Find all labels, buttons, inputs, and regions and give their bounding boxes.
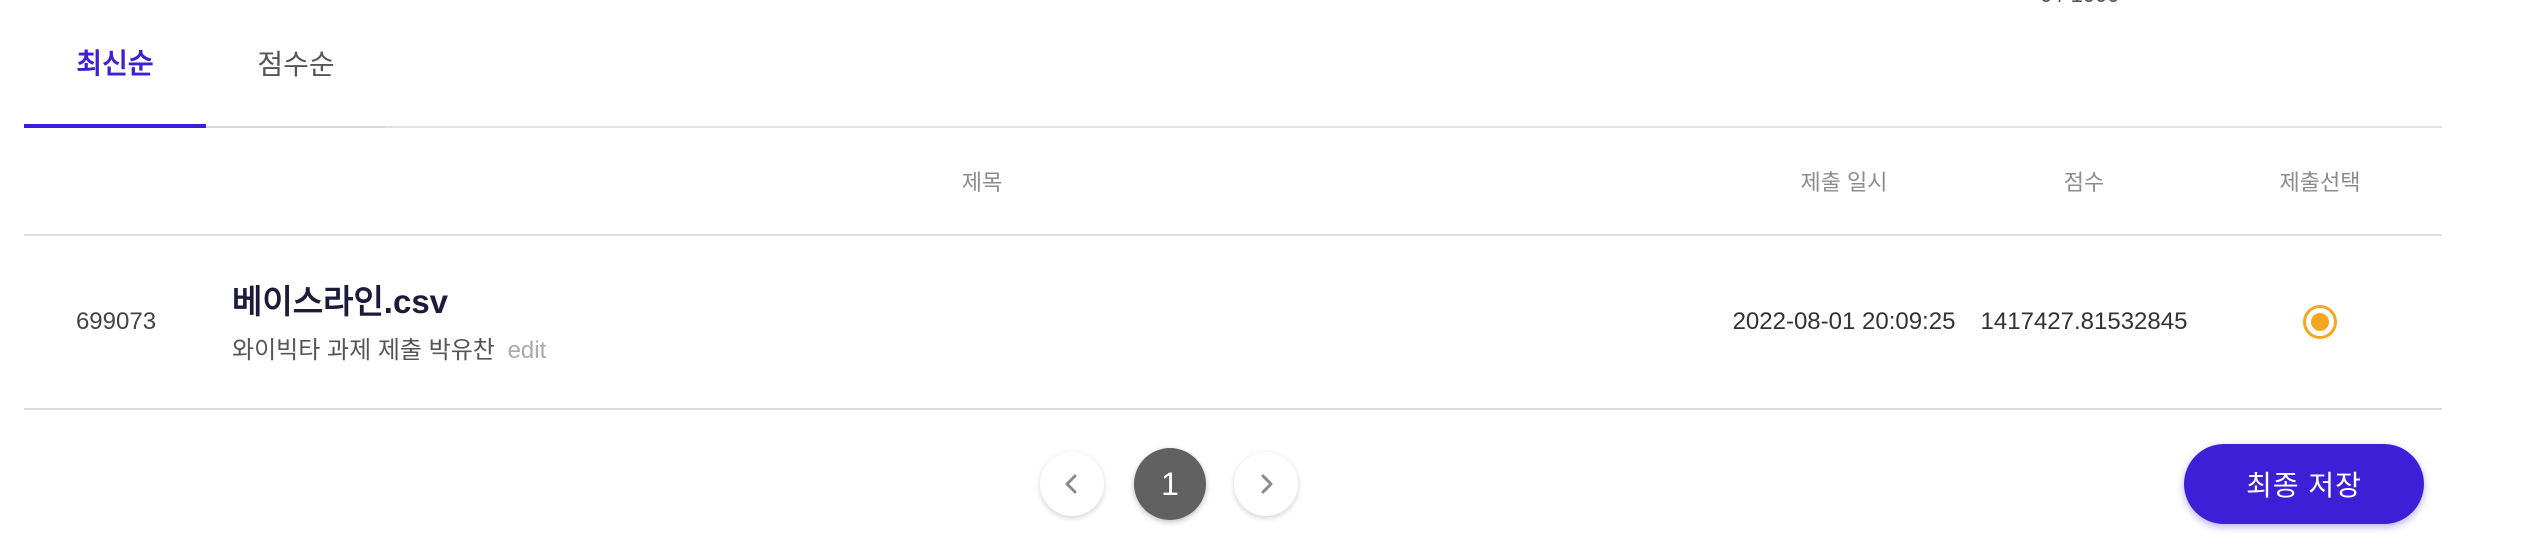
table-header: 제목 제출 일시 점수 제출선택 — [24, 128, 2442, 236]
chevron-left-icon — [1065, 474, 1077, 494]
pagination-page-1[interactable]: 1 — [1134, 448, 1206, 520]
final-save-button[interactable]: 최종 저장 — [2184, 444, 2424, 524]
submission-file-name: 베이스라인.csv — [232, 282, 449, 320]
submission-select-cell — [2200, 236, 2440, 408]
chevron-right-icon — [1261, 474, 1273, 494]
submission-select-radio[interactable] — [2303, 305, 2337, 339]
tab-recent[interactable]: 최신순 — [24, 0, 206, 128]
submission-score: 1417427.81532845 — [1980, 308, 2188, 335]
tab-score[interactable]: 점수순 — [206, 0, 386, 128]
header-score: 점수 — [2063, 170, 2105, 195]
submission-title-cell: 베이스라인.csv 와이빅타 과제 제출 박유찬 edit — [232, 236, 1632, 408]
header-title: 제목 — [961, 170, 1003, 195]
submission-date: 2022-08-01 20:09:25 — [1732, 308, 1956, 335]
edit-link[interactable]: edit — [508, 337, 547, 364]
submission-description: 와이빅타 과제 제출 박유찬 — [232, 336, 495, 364]
submission-id: 699073 — [75, 308, 157, 335]
pagination-next-button[interactable] — [1234, 452, 1298, 516]
submission-list-page: 0 / 1000 최신순 점수순 제목 제출 일시 점수 제출선택 699073… — [0, 0, 2524, 548]
header-select: 제출선택 — [2279, 170, 2361, 195]
pagination-prev-button[interactable] — [1040, 452, 1104, 516]
table-row: 699073 베이스라인.csv 와이빅타 과제 제출 박유찬 edit 202… — [24, 236, 2442, 410]
sort-tabs: 최신순 점수순 — [24, 0, 2442, 128]
radio-selected-dot — [2311, 313, 2329, 331]
header-submitted-at: 제출 일시 — [1800, 170, 1888, 195]
submission-description-line: 와이빅타 과제 제출 박유찬 edit — [232, 330, 546, 365]
